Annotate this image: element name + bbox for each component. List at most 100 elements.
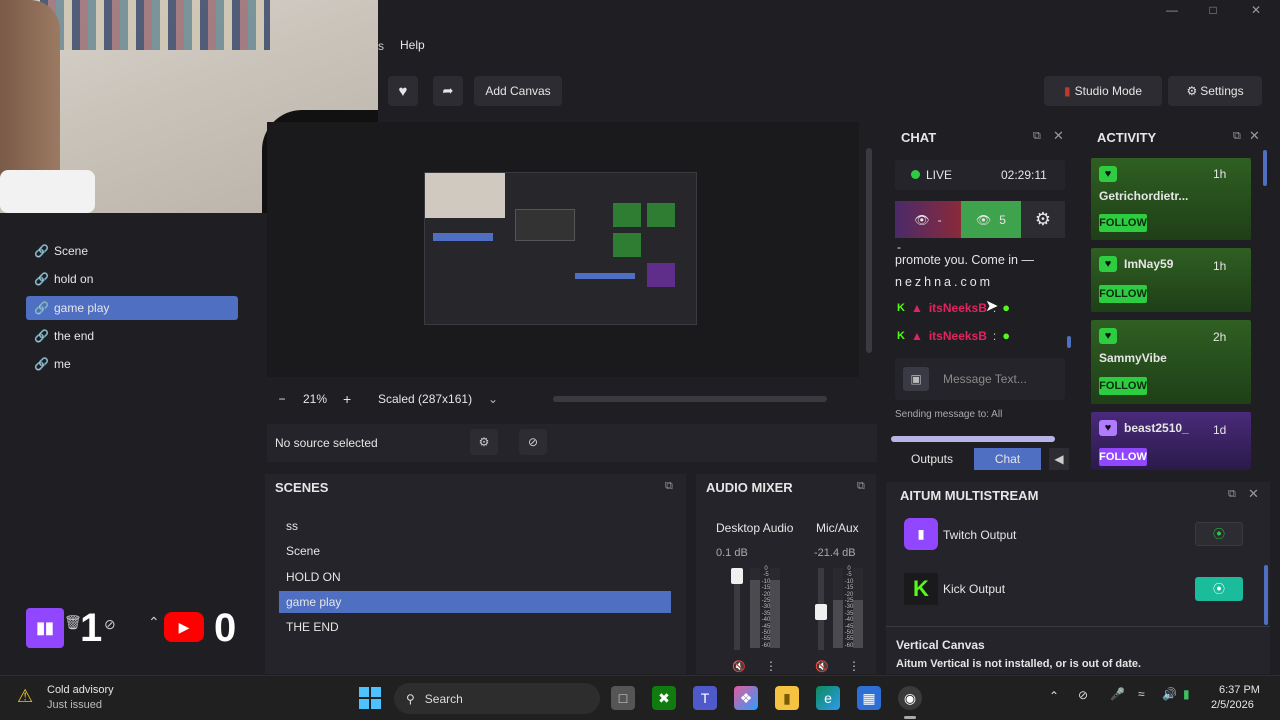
m365-icon[interactable]: ❖ xyxy=(734,686,758,710)
volume-icon[interactable]: 🔊 xyxy=(1162,687,1177,701)
menu-item-partial[interactable]: s xyxy=(378,39,384,53)
chat-username[interactable]: itsNeeksB xyxy=(929,329,987,343)
preview-horizontal-scrollbar[interactable] xyxy=(553,396,827,402)
add-canvas-button[interactable]: Add Canvas xyxy=(474,76,562,106)
left-scene-item-active[interactable]: 🔗 game play xyxy=(26,296,238,320)
studio-mode-button[interactable]: ▮ Studio Mode xyxy=(1044,76,1162,106)
follow-button[interactable]: FOLLOW xyxy=(1099,448,1147,466)
hidden-viewers-button[interactable]: 👁 - xyxy=(895,201,961,238)
source-filters-button[interactable]: ⊘ xyxy=(519,429,547,455)
clock-time[interactable]: 6:37 PM xyxy=(1219,684,1260,696)
chevron-left-icon[interactable]: ◀ xyxy=(1049,448,1069,470)
undock-icon[interactable]: ⧉ xyxy=(1228,488,1236,501)
undock-icon[interactable]: ⧉ xyxy=(665,480,673,493)
undock-icon[interactable]: ⧉ xyxy=(1033,130,1041,143)
close-icon[interactable]: ✕ xyxy=(1249,128,1260,144)
undock-icon[interactable]: ⧉ xyxy=(857,480,865,493)
heart-icon: ♥ xyxy=(1099,328,1117,344)
mixer-channel-db: -21.4 dB xyxy=(814,547,856,559)
chat-panel-title: CHAT xyxy=(901,129,937,145)
zoom-in-button[interactable]: + xyxy=(343,391,351,407)
chat-horizontal-scrollbar[interactable] xyxy=(891,436,1055,442)
source-properties-button[interactable]: ⚙ xyxy=(470,429,498,455)
vertical-canvas-note: Aitum Vertical is not installed, or is o… xyxy=(896,658,1142,670)
scene-item[interactable]: THE END xyxy=(279,616,671,638)
mic-meter xyxy=(833,568,843,648)
share-button[interactable]: ➦ xyxy=(433,76,463,106)
chat-user-row: K ▲ itsNeeksB : ● xyxy=(897,328,1010,343)
preview-vertical-scrollbar[interactable] xyxy=(866,148,872,353)
teams-icon[interactable]: T xyxy=(693,686,717,710)
separator: : xyxy=(992,328,997,343)
tab-chat[interactable]: Chat xyxy=(974,448,1041,470)
kebab-menu-icon[interactable]: ⋮ xyxy=(765,659,777,673)
left-scene-item[interactable]: 🔗 Scene xyxy=(26,239,238,263)
maximize-button[interactable]: □ xyxy=(1198,0,1228,20)
windows-start-icon[interactable] xyxy=(359,687,381,709)
viewers-button[interactable]: 👁 5 xyxy=(961,201,1021,238)
scale-dropdown[interactable]: Scaled (287x161) ⌄ xyxy=(372,389,504,409)
message-input[interactable]: ▣ Message Text... xyxy=(895,358,1065,400)
scene-item[interactable]: ss xyxy=(279,515,671,537)
up-arrow-icon[interactable]: ⌃ xyxy=(148,614,160,631)
scene-item[interactable]: Scene xyxy=(279,540,671,562)
menu-item-help[interactable]: Help xyxy=(400,38,425,52)
network-off-icon[interactable]: ⊘ xyxy=(1078,688,1088,702)
clock-date[interactable]: 2/5/2026 xyxy=(1211,699,1254,711)
left-scene-item[interactable]: 🔗 hold on xyxy=(26,267,238,291)
meter-tick-label: -40 xyxy=(761,617,771,624)
activity-name: ImNay59 xyxy=(1124,257,1174,271)
follow-button[interactable]: FOLLOW xyxy=(1099,377,1147,395)
wifi-icon[interactable]: ≈ xyxy=(1138,687,1145,701)
chat-username[interactable]: itsNeeksB xyxy=(929,301,987,315)
broadcast-toggle-active[interactable]: ⦿ xyxy=(1195,577,1243,601)
follow-button[interactable]: FOLLOW xyxy=(1099,214,1147,232)
minimize-button[interactable]: — xyxy=(1157,0,1187,20)
close-icon[interactable]: ✕ xyxy=(1248,486,1259,502)
store-icon[interactable]: ▦ xyxy=(857,686,881,710)
scene-item[interactable]: HOLD ON xyxy=(279,566,671,588)
close-window-button[interactable]: ✕ xyxy=(1241,0,1271,20)
live-dot xyxy=(911,170,920,179)
settings-button[interactable]: ⚙ Settings xyxy=(1168,76,1262,106)
chat-scrollbar[interactable] xyxy=(1067,336,1071,348)
favorite-button[interactable]: ♥ xyxy=(388,76,418,106)
activity-item: ♥ 1h Getrichordietr... FOLLOW xyxy=(1091,158,1251,240)
source-status: No source selected xyxy=(275,436,378,450)
left-scene-item[interactable]: 🔗 me xyxy=(26,352,238,376)
source-toolbar: No source selected ⚙ ⊘ xyxy=(267,424,877,462)
microphone-icon[interactable]: 🎤 xyxy=(1110,687,1125,701)
obs-icon[interactable]: ◉ xyxy=(898,686,922,710)
follow-button[interactable]: FOLLOW xyxy=(1099,285,1147,303)
mic-fader-handle[interactable] xyxy=(815,604,827,620)
taskbar-search[interactable]: ⚲ Search xyxy=(394,683,600,714)
stream-timer: 02:29:11 xyxy=(1001,168,1047,182)
chat-settings-button[interactable]: ⚙ xyxy=(1021,201,1065,238)
xbox-icon[interactable]: ✖ xyxy=(652,686,676,710)
activity-time: 1h xyxy=(1213,167,1227,181)
weather-warning-icon: ⚠ xyxy=(17,686,34,706)
chevron-up-icon[interactable]: ⌃ xyxy=(1049,689,1059,703)
mute-icon[interactable]: 🔇 xyxy=(732,660,746,673)
mute-icon[interactable]: 🔇 xyxy=(815,660,829,673)
meter-tick-label: -55 xyxy=(761,636,771,643)
scene-item-active[interactable]: game play xyxy=(279,591,671,613)
edge-icon[interactable]: e xyxy=(816,686,840,710)
meter-tick-label: -15 xyxy=(761,585,771,592)
kebab-menu-icon[interactable]: ⋮ xyxy=(848,659,860,673)
file-explorer-icon[interactable]: ▮ xyxy=(775,686,799,710)
desktop-audio-fader-handle[interactable] xyxy=(731,568,743,584)
weather-title[interactable]: Cold advisory xyxy=(47,684,114,696)
task-view-icon[interactable]: □ xyxy=(611,686,635,710)
zoom-out-button[interactable]: − xyxy=(275,392,289,406)
activity-scrollbar[interactable] xyxy=(1263,150,1267,186)
studio-mode-label: Studio Mode xyxy=(1074,84,1142,98)
multistream-scrollbar[interactable] xyxy=(1264,565,1268,625)
broadcast-toggle[interactable]: ⦿ xyxy=(1195,522,1243,546)
hide-icon[interactable]: ⊘ xyxy=(104,616,116,633)
close-icon[interactable]: ✕ xyxy=(1053,128,1064,144)
left-scene-item[interactable]: 🔗 the end xyxy=(26,324,238,348)
battery-icon[interactable]: ▮ xyxy=(1183,687,1190,701)
undock-icon[interactable]: ⧉ xyxy=(1233,130,1241,143)
tab-outputs[interactable]: Outputs xyxy=(896,448,968,470)
